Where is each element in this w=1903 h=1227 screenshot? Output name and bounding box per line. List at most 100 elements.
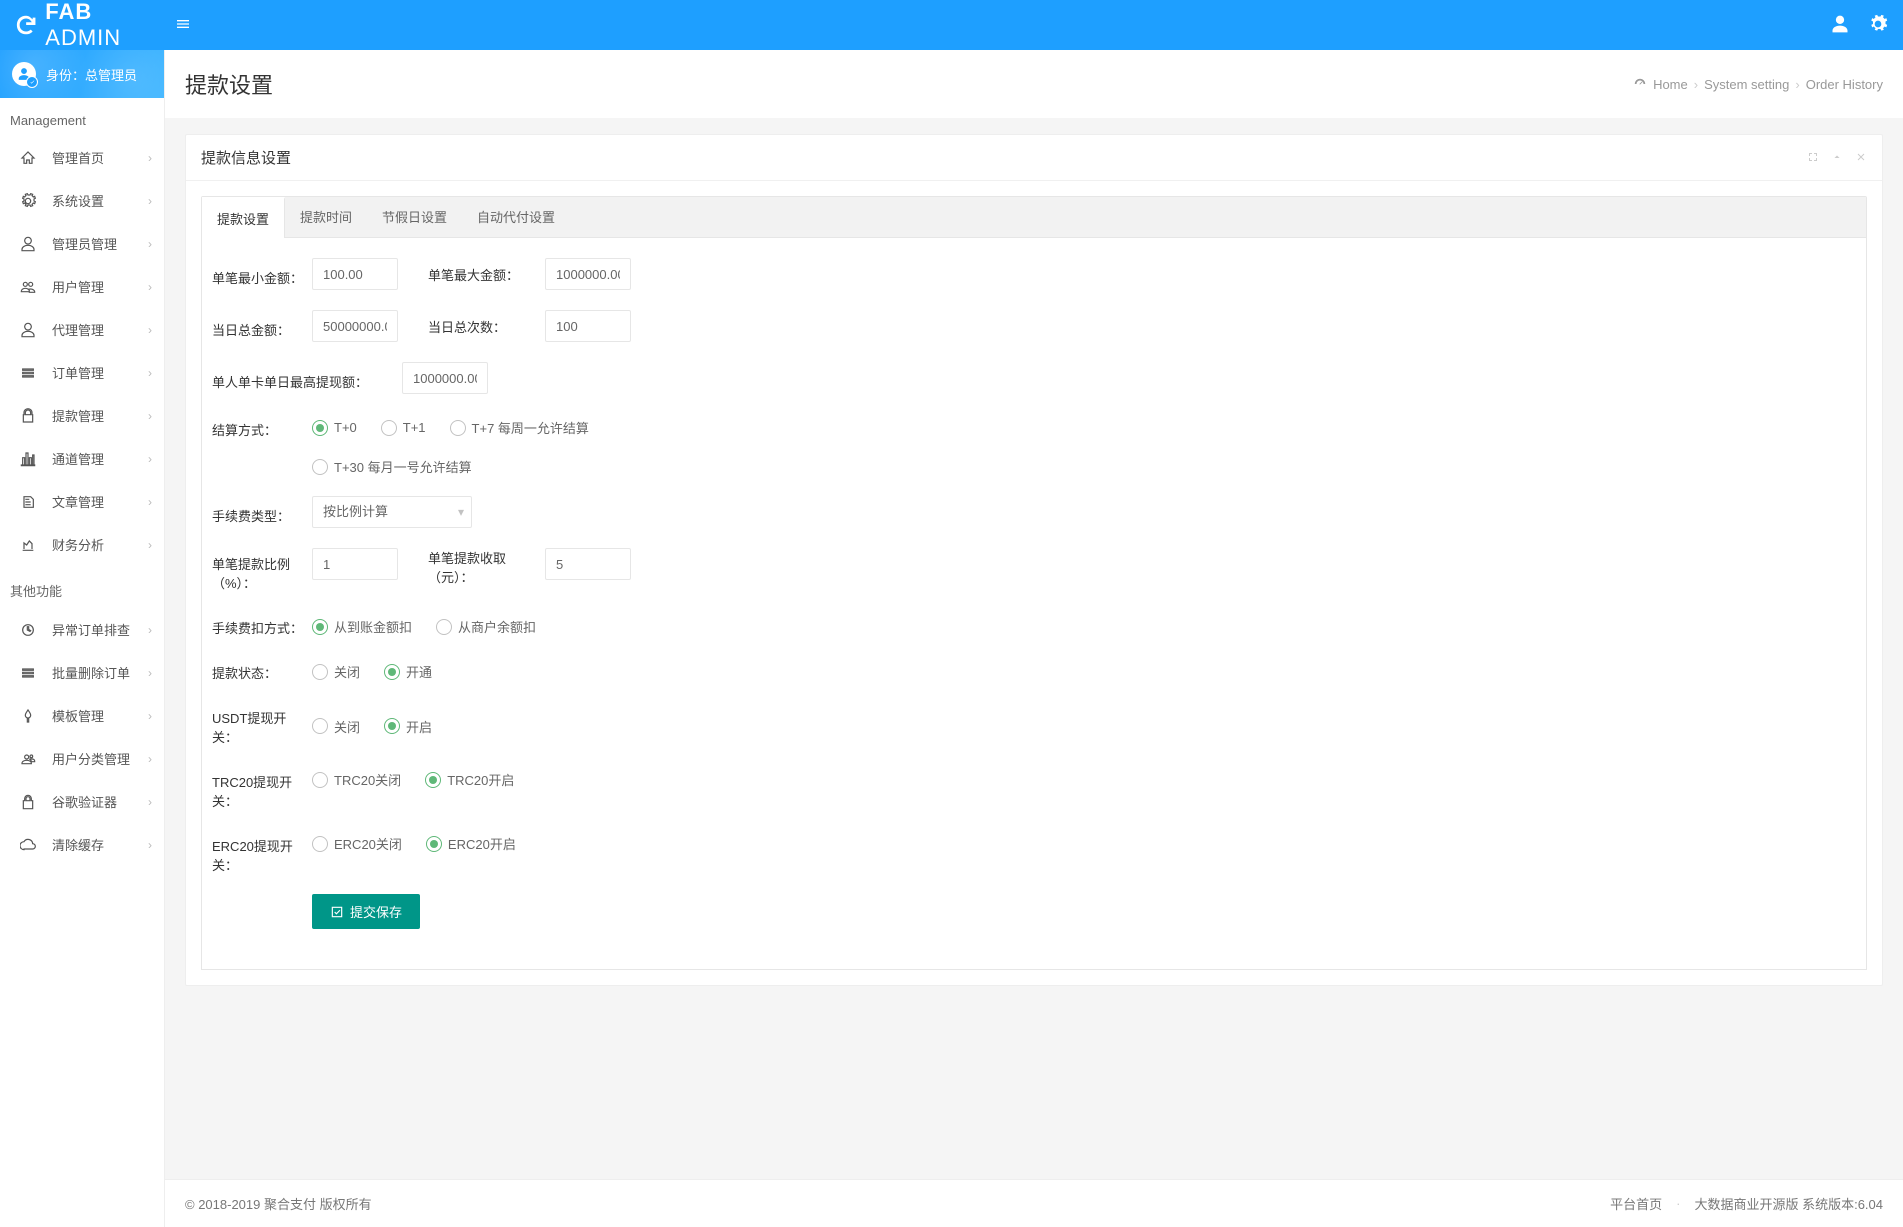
tab-3[interactable]: 自动代付设置 — [462, 197, 570, 237]
radio-group-trc20-switch: TRC20关闭 TRC20开启 — [312, 766, 514, 789]
label-single-ratio: 单笔提款比例（%）： — [212, 548, 312, 592]
system-settings-icon — [20, 192, 36, 209]
admin-mgmt-icon — [20, 235, 36, 252]
order-mgmt-icon — [20, 364, 36, 381]
breadcrumb-home[interactable]: Home — [1653, 77, 1688, 92]
tab-2[interactable]: 节假日设置 — [367, 197, 462, 237]
breadcrumb-sep: › — [1795, 77, 1799, 92]
input-max-single[interactable] — [545, 258, 631, 290]
chevron-right-icon: › — [148, 795, 152, 809]
select-fee-type-display: 按比例计算 — [312, 496, 472, 528]
withdraw-mgmt-icon — [20, 407, 36, 424]
radio-erc20-0[interactable]: ERC20关闭 — [312, 834, 402, 853]
radio-settle-1[interactable]: T+1 — [381, 418, 426, 437]
chevron-right-icon: › — [148, 151, 152, 165]
sidebar-item-clear-cache[interactable]: 清除缓存› — [0, 823, 164, 866]
tab-titles: 提款设置提款时间节假日设置自动代付设置 — [202, 197, 1866, 238]
radio-status-0[interactable]: 关闭 — [312, 662, 360, 681]
radio-label: T+30 每月一号允许结算 — [334, 457, 472, 476]
sidebar-item-order-mgmt[interactable]: 订单管理› — [0, 351, 164, 394]
radio-label: 开通 — [406, 662, 432, 681]
card-collapse-button[interactable] — [1831, 150, 1843, 166]
radio-status-1[interactable]: 开通 — [384, 662, 432, 681]
input-single-fee[interactable] — [545, 548, 631, 580]
tabs: 提款设置提款时间节假日设置自动代付设置 单笔最小金额： 单笔最大金额： — [201, 196, 1867, 970]
radio-trc20-1[interactable]: TRC20开启 — [425, 770, 514, 789]
radio-usdt-1[interactable]: 开启 — [384, 717, 432, 736]
card-header: 提款信息设置 — [186, 135, 1882, 181]
sidebar-item-article-mgmt[interactable]: 文章管理› — [0, 480, 164, 523]
sidebar-item-template-mgmt[interactable]: 模板管理 › — [0, 694, 164, 737]
radio-group-withdraw-status: 关闭 开通 — [312, 658, 432, 681]
settings-button[interactable] — [1868, 14, 1888, 37]
sidebar-toggle-button[interactable] — [175, 16, 191, 35]
card-title: 提款信息设置 — [201, 147, 291, 168]
input-day-total[interactable] — [312, 310, 398, 342]
radio-deduct-1[interactable]: 从商户余额扣 — [436, 617, 536, 636]
chevron-right-icon: › — [148, 666, 152, 680]
sidebar-item-label: 订单管理 — [52, 363, 104, 382]
breadcrumb: Home › System setting › Order History — [1633, 77, 1883, 92]
sidebar-item-label: 管理首页 — [52, 148, 104, 167]
input-day-count[interactable] — [545, 310, 631, 342]
select-fee-type[interactable]: 按比例计算 ▾ — [312, 496, 472, 528]
submit-button[interactable]: 提交保存 — [312, 894, 420, 929]
abnormal-orders-icon — [20, 621, 36, 638]
sidebar-item-agent-mgmt[interactable]: 代理管理› — [0, 308, 164, 351]
radio-label: TRC20开启 — [447, 770, 514, 789]
radio-deduct-0[interactable]: 从到账金额扣 — [312, 617, 412, 636]
sidebar-item-channel-mgmt[interactable]: 通道管理› — [0, 437, 164, 480]
sidebar-item-user-mgmt[interactable]: 用户管理› — [0, 265, 164, 308]
input-min-single[interactable] — [312, 258, 398, 290]
google-auth-icon — [20, 793, 36, 810]
finance-analysis-icon — [20, 536, 36, 553]
breadcrumb-current: Order History — [1806, 77, 1883, 92]
menu-section-other: 其他功能 — [0, 566, 164, 608]
sidebar-item-finance-analysis[interactable]: 财务分析› — [0, 523, 164, 566]
radio-label: 关闭 — [334, 662, 360, 681]
radio-erc20-1[interactable]: ERC20开启 — [426, 834, 516, 853]
radio-settle-2[interactable]: T+7 每周一允许结算 — [450, 418, 589, 437]
footer-copyright: © 2018-2019 聚合支付 版权所有 — [185, 1194, 372, 1213]
sidebar-item-withdraw-mgmt[interactable]: 提款管理› — [0, 394, 164, 437]
dashboard-icon — [1633, 77, 1647, 91]
sidebar-item-label: 谷歌验证器 — [52, 792, 117, 811]
sidebar-item-abnormal-orders[interactable]: 异常订单排查› — [0, 608, 164, 651]
chevron-right-icon: › — [148, 538, 152, 552]
input-card-max[interactable] — [402, 362, 488, 394]
radio-dot-icon — [312, 772, 328, 788]
brand[interactable]: FAB ADMIN — [15, 0, 165, 51]
chevron-right-icon: › — [148, 709, 152, 723]
sidebar-item-admin-mgmt[interactable]: 管理员管理› — [0, 222, 164, 265]
radio-settle-3[interactable]: T+30 每月一号允许结算 — [312, 457, 472, 476]
card-expand-button[interactable] — [1807, 150, 1819, 166]
sidebar-item-user-category[interactable]: 用户分类管理› — [0, 737, 164, 780]
radio-label: ERC20开启 — [448, 834, 516, 853]
tab-1[interactable]: 提款时间 — [285, 197, 367, 237]
footer-version: 大数据商业开源版 系统版本:6.04 — [1694, 1194, 1883, 1213]
chevron-right-icon: › — [148, 838, 152, 852]
chevron-right-icon: › — [148, 623, 152, 637]
sidebar-item-dashboard[interactable]: 管理首页 › — [0, 136, 164, 179]
user-icon — [1830, 14, 1850, 34]
breadcrumb-system[interactable]: System setting — [1704, 77, 1789, 92]
input-single-ratio[interactable] — [312, 548, 398, 580]
sidebar-item-google-auth[interactable]: 谷歌验证器 › — [0, 780, 164, 823]
sidebar-item-label: 模板管理 — [52, 706, 104, 725]
label-min-single: 单笔最小金额： — [212, 262, 312, 287]
menu-list-management: 管理首页›系统设置›管理员管理›用户管理›代理管理›订单管理›提款管理›通道管理… — [0, 136, 164, 566]
radio-dot-icon — [312, 664, 328, 680]
sidebar-item-system-settings[interactable]: 系统设置› — [0, 179, 164, 222]
radio-trc20-0[interactable]: TRC20关闭 — [312, 770, 401, 789]
footer-link-home[interactable]: 平台首页 — [1610, 1194, 1662, 1213]
sidebar-item-bulk-delete-orders[interactable]: 批量删除订单› — [0, 651, 164, 694]
radio-usdt-0[interactable]: 关闭 — [312, 717, 360, 736]
submit-label: 提交保存 — [350, 902, 402, 921]
tab-0[interactable]: 提款设置 — [202, 197, 285, 238]
radio-label: 开启 — [406, 717, 432, 736]
card-close-button[interactable] — [1855, 150, 1867, 166]
radio-settle-0[interactable]: T+0 — [312, 418, 357, 437]
radio-label: 关闭 — [334, 717, 360, 736]
chevron-right-icon: › — [148, 752, 152, 766]
user-menu-button[interactable] — [1830, 14, 1850, 37]
